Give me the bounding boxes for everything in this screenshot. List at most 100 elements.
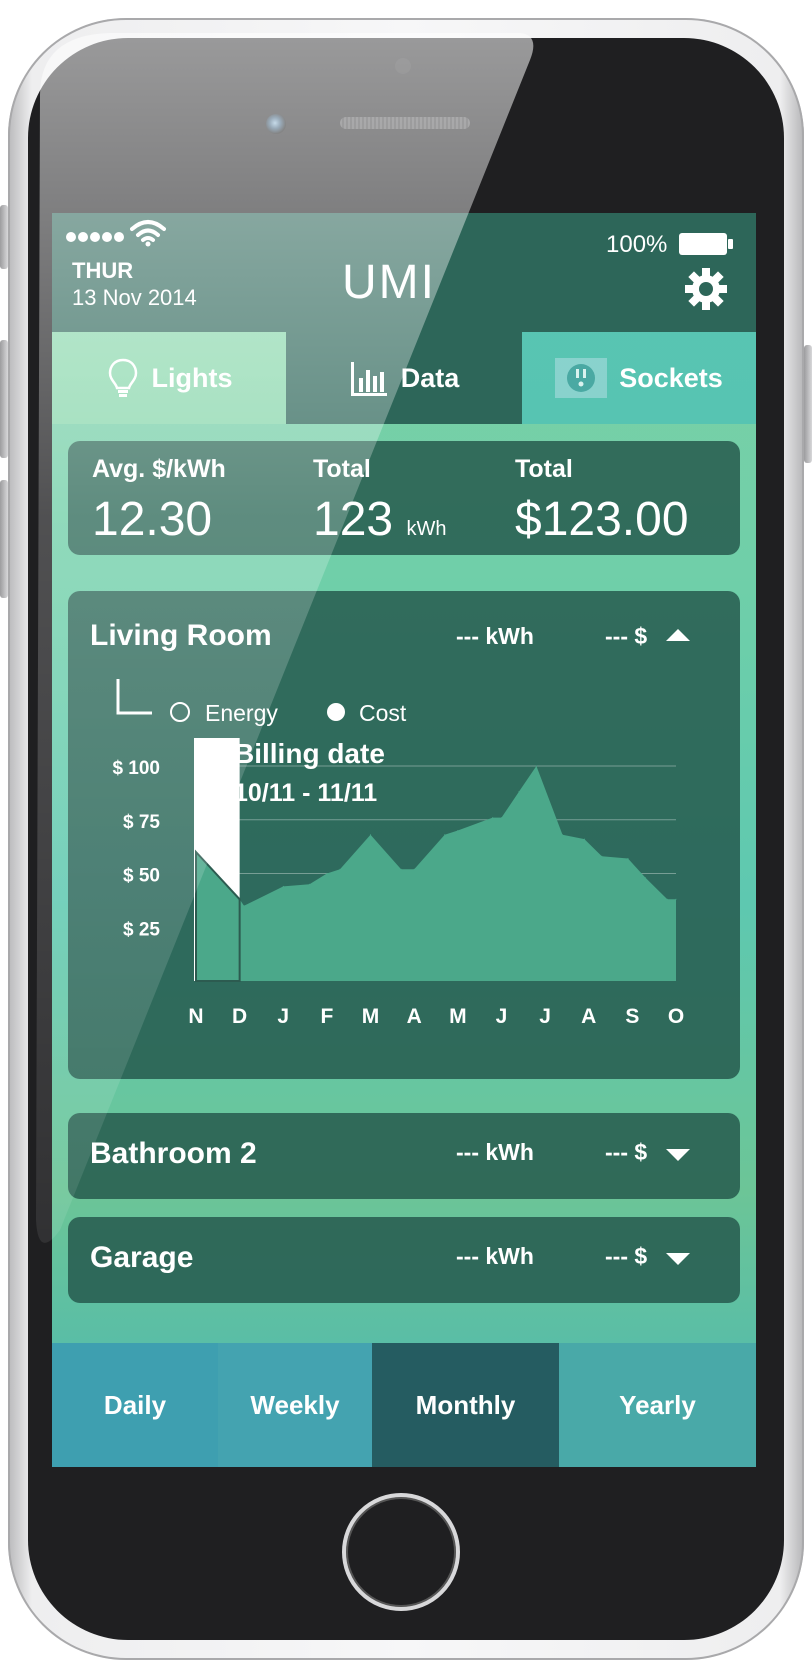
x-tick-label: F — [320, 1005, 333, 1028]
status-date: 13 Nov 2014 — [72, 285, 197, 310]
data-point — [601, 855, 603, 857]
home-button[interactable] — [342, 1493, 460, 1611]
total-cost-value: $123.00 — [515, 493, 689, 546]
tooltip-title: Billing date — [234, 738, 385, 769]
total-cost-block: Total $123.00 — [515, 455, 689, 547]
legend-cost-label: Cost — [359, 700, 407, 726]
total-energy-value-row: 123 kWh — [313, 492, 446, 547]
data-point — [282, 885, 284, 887]
x-tick-label: O — [668, 1005, 684, 1028]
battery-percentage: 100% — [606, 231, 668, 258]
data-point — [518, 791, 520, 793]
battery-icon — [679, 233, 733, 255]
y-tick-label: $ 100 — [112, 758, 160, 779]
data-point — [645, 877, 646, 879]
volume-down-button — [0, 480, 8, 598]
legend-energy-label: Energy — [205, 700, 278, 726]
legend-energy-marker[interactable] — [170, 702, 190, 722]
data-point — [444, 834, 446, 836]
energy-cost-chart: Energy Cost $ 100 $ 75 $ 50 $ 25 N D J F M A M J J A… — [112, 679, 684, 1028]
room-kwh: --- kWh — [456, 1243, 534, 1269]
room-name: Garage — [90, 1241, 194, 1274]
bar-chart-icon — [350, 362, 387, 396]
room-card-garage[interactable]: Garage --- kWh --- $ — [68, 1217, 740, 1303]
x-tick-label: M — [362, 1005, 380, 1028]
room-name: Bathroom 2 — [90, 1137, 257, 1170]
total-energy-label: Total — [313, 455, 371, 483]
data-point — [339, 868, 341, 870]
mute-switch — [0, 205, 8, 269]
tab-sockets[interactable]: Sockets — [522, 332, 756, 424]
tab-data-label: Data — [400, 362, 460, 393]
earpiece-speaker — [340, 117, 470, 129]
y-tick-label: $ 25 — [123, 919, 160, 940]
tab-lights-label: Lights — [151, 362, 233, 393]
expand-caret-icon[interactable] — [666, 1253, 690, 1265]
collapse-caret-icon[interactable] — [666, 629, 690, 641]
total-cost-label: Total — [515, 455, 573, 483]
data-point — [400, 868, 402, 870]
room-card-living-room: Living Room --- kWh --- $ Energy Cost $ … — [68, 591, 740, 1079]
room-cost: --- $ — [605, 623, 648, 649]
wifi-icon — [130, 220, 166, 247]
gear-icon[interactable] — [684, 267, 728, 311]
x-tick-label: N — [188, 1005, 203, 1028]
period-daily[interactable]: Daily — [52, 1343, 218, 1467]
tab-lights[interactable]: Lights — [52, 332, 286, 424]
x-tick-label: J — [539, 1005, 551, 1028]
app-title: UMI — [342, 256, 436, 309]
total-energy-block: Total 123 kWh — [313, 455, 446, 547]
tooltip-range: 10/11 - 11/11 — [234, 779, 377, 807]
legend-cost-marker[interactable] — [327, 703, 345, 721]
avg-rate-label: Avg. $/kWh — [92, 455, 226, 483]
chart-corner-icon — [116, 679, 152, 715]
data-point — [492, 817, 494, 819]
x-tick-label: D — [232, 1005, 247, 1028]
period-yearly[interactable]: Yearly — [559, 1343, 756, 1467]
tab-sockets-label: Sockets — [619, 362, 723, 393]
front-camera-icon — [266, 114, 286, 134]
expand-caret-icon[interactable] — [666, 1149, 690, 1161]
main-tabs: Lights Data Sockets — [52, 332, 756, 424]
data-point — [627, 858, 629, 859]
room-cost: --- $ — [605, 1243, 648, 1269]
y-tick-label: $ 50 — [123, 866, 160, 887]
total-energy-unit: kWh — [406, 518, 447, 540]
app-screen: THUR 13 Nov 2014 UMI 100% Lights Data So… — [52, 213, 756, 1467]
data-point — [583, 838, 585, 840]
avg-rate-value: 12.30 — [92, 493, 213, 546]
tab-data[interactable]: Data — [286, 332, 522, 424]
y-tick-label: $ 75 — [123, 812, 160, 833]
proximity-sensor — [395, 58, 411, 74]
room-name: Living Room — [90, 619, 272, 652]
room-card-bathroom-2[interactable]: Bathroom 2 --- kWh --- $ — [68, 1113, 740, 1199]
data-point — [370, 834, 371, 836]
data-point — [666, 898, 668, 900]
x-tick-label: J — [277, 1005, 289, 1028]
data-point — [501, 817, 502, 819]
summary-card: Avg. $/kWh 12.30 Total 123 kWh Total $12… — [68, 441, 740, 555]
data-point — [675, 898, 677, 900]
period-monthly[interactable]: Monthly — [372, 1343, 559, 1467]
data-point — [562, 834, 563, 836]
total-energy-value: 123 — [313, 493, 394, 546]
lightbulb-icon — [108, 358, 137, 397]
room-kwh: --- kWh — [456, 1139, 534, 1165]
status-day: THUR — [72, 258, 134, 283]
period-selector: Daily Weekly Monthly Yearly — [52, 1343, 756, 1467]
x-tick-label: M — [449, 1005, 467, 1028]
x-tick-label: J — [496, 1005, 508, 1028]
power-button — [804, 345, 812, 463]
status-header: THUR 13 Nov 2014 UMI 100% — [52, 213, 756, 332]
period-weekly[interactable]: Weekly — [218, 1343, 372, 1467]
x-tick-label: A — [407, 1005, 422, 1028]
x-tick-label: A — [581, 1005, 596, 1028]
room-kwh: --- kWh — [456, 623, 534, 649]
socket-icon — [555, 358, 608, 398]
data-point — [243, 905, 245, 907]
x-tick-label: S — [625, 1005, 639, 1028]
room-cost: --- $ — [605, 1139, 648, 1165]
avg-rate-block: Avg. $/kWh 12.30 — [92, 455, 226, 547]
signal-strength-icon — [66, 220, 166, 247]
data-point — [457, 830, 459, 831]
